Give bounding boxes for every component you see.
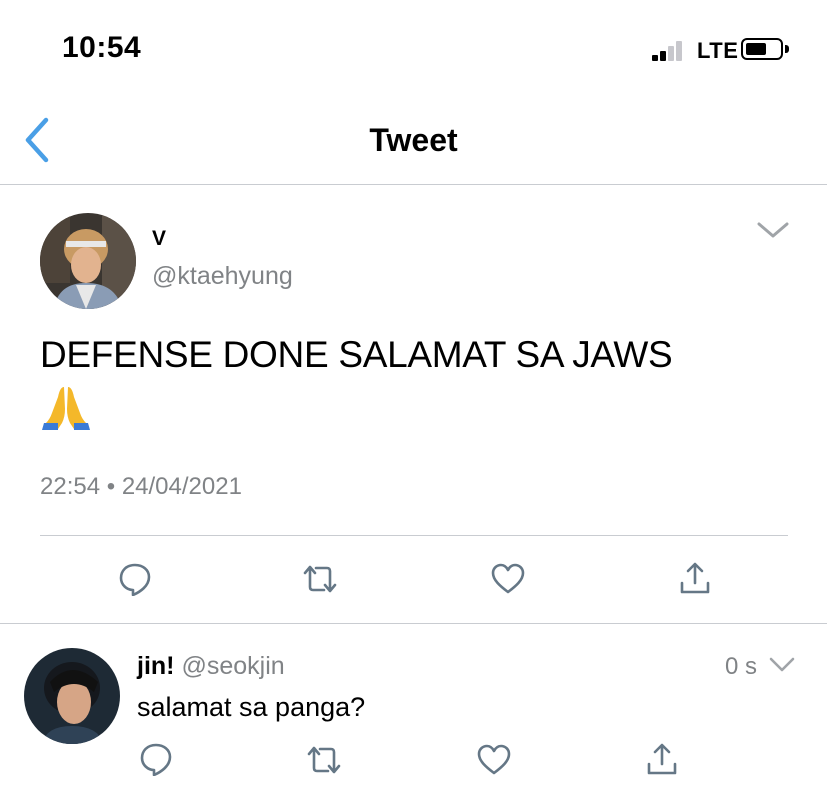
timestamp-divider bbox=[40, 535, 788, 536]
user-handle[interactable]: @ktaehyung bbox=[152, 262, 293, 291]
reply-avatar-photo bbox=[24, 648, 120, 744]
folded-hands-icon bbox=[42, 387, 90, 430]
battery-tip bbox=[785, 45, 789, 53]
tweet-time: 22:54 bbox=[40, 473, 101, 500]
tweet-timestamp: 22:54 • 24/04/2021 bbox=[40, 473, 242, 501]
reply-share-button[interactable] bbox=[646, 742, 678, 776]
reply-avatar[interactable] bbox=[24, 648, 120, 744]
battery-icon bbox=[741, 38, 783, 60]
reply-like-button[interactable] bbox=[476, 744, 512, 776]
tweet-date: 24/04/2021 bbox=[121, 473, 242, 500]
heart-icon bbox=[491, 563, 525, 594]
avatar-photo bbox=[40, 213, 136, 309]
avatar[interactable] bbox=[40, 213, 136, 309]
status-time: 10:54 bbox=[62, 31, 142, 64]
page-title: Tweet bbox=[369, 122, 458, 158]
reply-icon bbox=[140, 743, 172, 776]
reply-display-name[interactable]: jin! bbox=[137, 652, 175, 680]
chevron-down-icon bbox=[757, 222, 789, 238]
tweet-text: DEFENSE DONE SALAMAT SA JAWS bbox=[40, 334, 673, 375]
timestamp-separator: • bbox=[106, 473, 116, 500]
share-icon bbox=[680, 562, 710, 594]
retweet-button[interactable] bbox=[301, 564, 339, 594]
retweet-icon bbox=[303, 565, 337, 593]
reply-divider bbox=[0, 623, 827, 624]
signal-strength-icon bbox=[652, 39, 692, 61]
reply-header: jin! @seokjin bbox=[137, 652, 285, 681]
retweet-icon bbox=[307, 746, 341, 774]
reply-button[interactable] bbox=[118, 562, 152, 596]
tweet-menu-button[interactable] bbox=[756, 220, 790, 240]
display-name[interactable]: V bbox=[152, 227, 166, 251]
like-button[interactable] bbox=[490, 563, 526, 595]
share-button[interactable] bbox=[679, 561, 711, 595]
reply-handle[interactable]: @seokjin bbox=[181, 652, 284, 680]
chevron-down-icon bbox=[769, 657, 795, 672]
share-icon bbox=[647, 743, 677, 775]
reply-reply-button[interactable] bbox=[139, 742, 173, 776]
reply-menu-button[interactable] bbox=[769, 656, 795, 674]
reply-retweet-button[interactable] bbox=[305, 745, 343, 775]
reply-text: salamat sa panga? bbox=[137, 692, 366, 722]
reply-age: 0 s bbox=[725, 653, 758, 680]
folded-hands-emoji bbox=[40, 383, 92, 431]
reply-icon bbox=[119, 563, 151, 596]
header-divider bbox=[0, 184, 827, 185]
network-type: LTE bbox=[697, 38, 739, 63]
heart-icon bbox=[477, 744, 511, 775]
